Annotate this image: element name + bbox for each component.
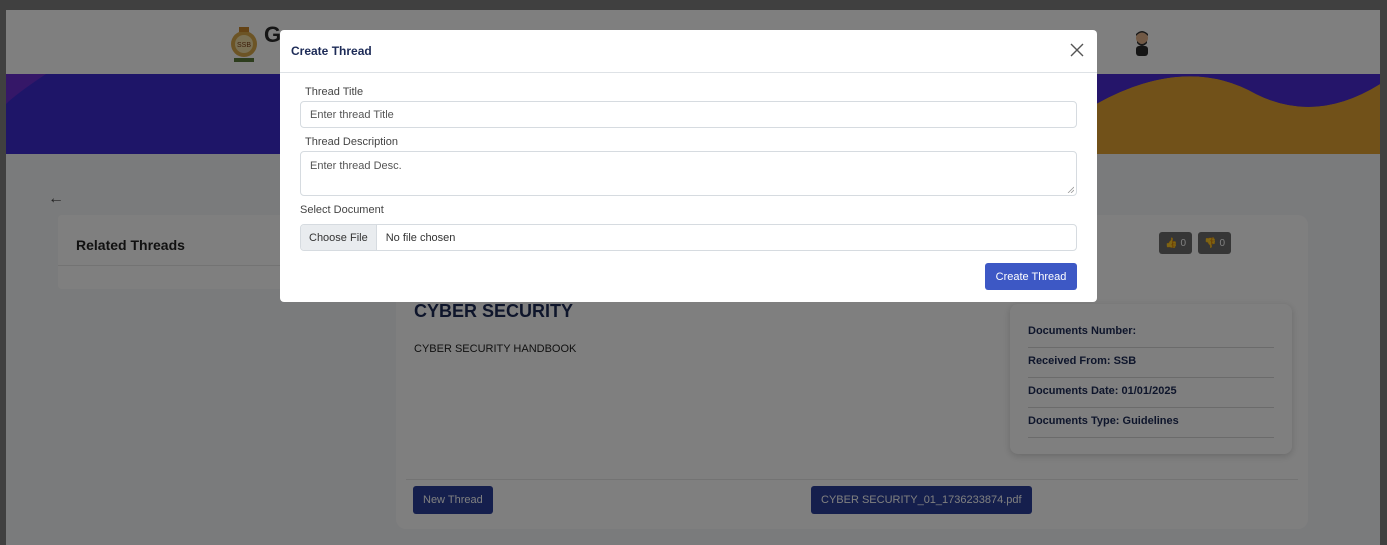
choose-file-button[interactable]: Choose File: [301, 225, 377, 250]
thread-title-input[interactable]: Enter thread Title: [300, 101, 1077, 128]
create-thread-button[interactable]: Create Thread: [985, 263, 1077, 290]
modal-title: Create Thread: [291, 44, 372, 58]
create-thread-modal: Create Thread Thread Title Enter thread …: [280, 30, 1097, 302]
modal-header: Create Thread: [280, 30, 1097, 73]
thread-title-label: Thread Title: [305, 86, 364, 98]
thread-description-label: Thread Description: [305, 136, 398, 148]
close-icon[interactable]: [1069, 42, 1085, 58]
file-status-text: No file chosen: [385, 231, 456, 244]
thread-description-placeholder: Enter thread Desc.: [310, 160, 402, 172]
thread-description-input[interactable]: Enter thread Desc.: [300, 151, 1077, 196]
file-input[interactable]: Choose File No file chosen: [300, 224, 1077, 251]
resize-grip-icon[interactable]: [1067, 186, 1074, 193]
select-document-label: Select Document: [300, 204, 384, 216]
